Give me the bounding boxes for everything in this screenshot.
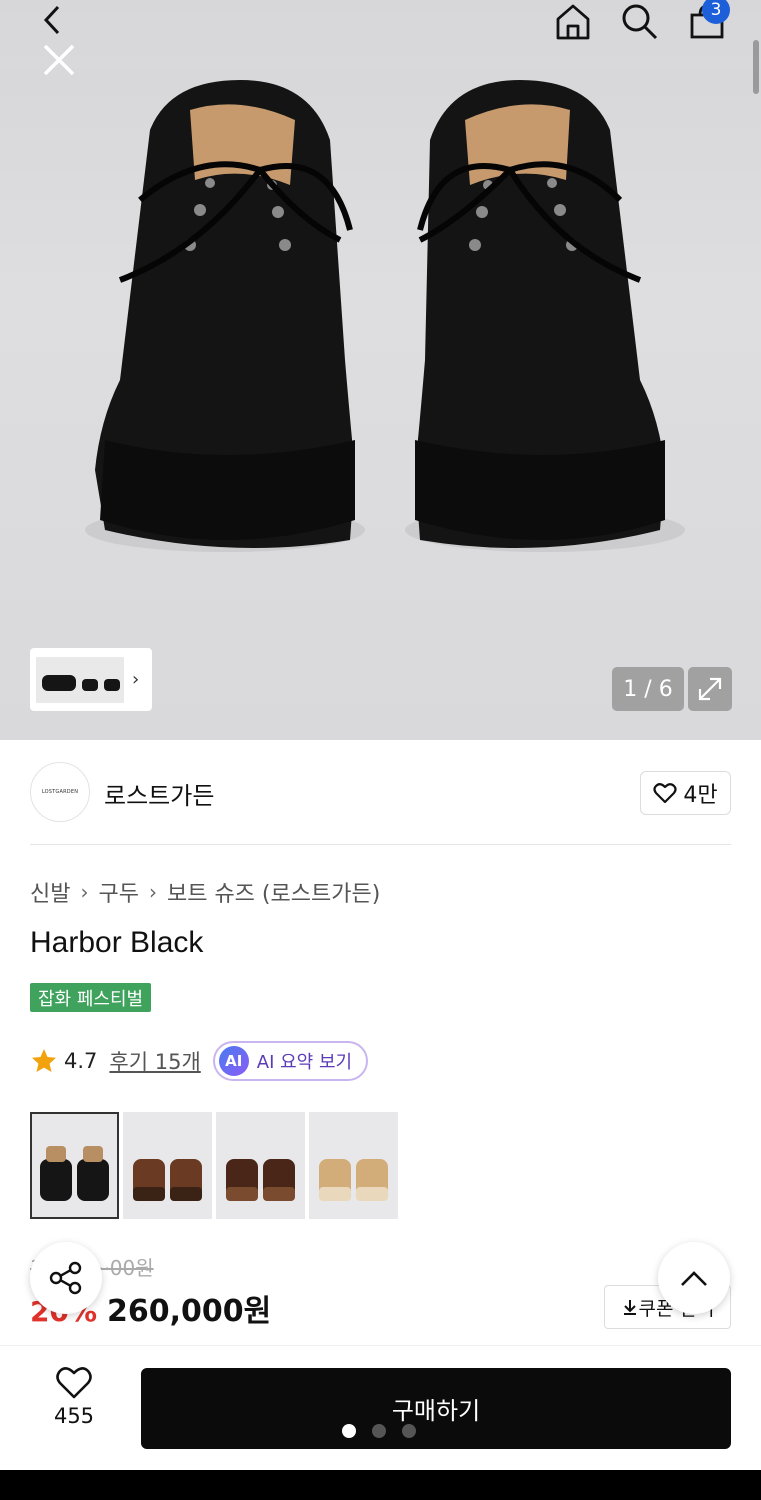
cart-button[interactable]: 3 bbox=[684, 0, 730, 42]
heart-icon bbox=[56, 1367, 92, 1399]
expand-button[interactable] bbox=[688, 667, 732, 711]
search-button[interactable] bbox=[616, 0, 662, 42]
color-variants bbox=[30, 1112, 398, 1219]
home-button[interactable] bbox=[550, 0, 596, 42]
buy-button[interactable]: 구매하기 bbox=[141, 1368, 731, 1449]
scrollbar[interactable] bbox=[753, 40, 759, 94]
heart-icon bbox=[653, 783, 677, 804]
close-icon bbox=[43, 44, 75, 76]
festival-badge: 잡화 페스티벌 bbox=[30, 983, 152, 1012]
system-navigation-bar bbox=[0, 1470, 761, 1500]
ai-summary-label: AI 요약 보기 bbox=[256, 1052, 353, 1073]
cart-count-badge: 3 bbox=[702, 0, 730, 24]
back-button[interactable] bbox=[30, 0, 74, 40]
variant-dark-brown[interactable] bbox=[216, 1112, 305, 1219]
product-image bbox=[85, 80, 685, 552]
product-title: Harbor Black bbox=[30, 926, 204, 959]
variant-brown[interactable] bbox=[123, 1112, 212, 1219]
share-button[interactable] bbox=[30, 1242, 102, 1314]
breadcrumb-item[interactable]: 보트 슈즈 (로스트가든) bbox=[167, 876, 380, 908]
rating-value: 4.7 bbox=[64, 1049, 98, 1073]
close-button[interactable] bbox=[36, 40, 82, 80]
share-icon bbox=[49, 1261, 82, 1295]
variant-tan[interactable] bbox=[309, 1112, 398, 1219]
chevron-up-icon bbox=[681, 1271, 707, 1286]
product-image-gallery[interactable]: 3 › 1 / 6 bbox=[0, 0, 761, 740]
review-link[interactable]: 후기 15개 bbox=[109, 1046, 200, 1076]
gallery-thumbnail bbox=[36, 656, 124, 703]
page-dot bbox=[342, 1424, 356, 1438]
wishlist-button[interactable]: 455 bbox=[30, 1366, 118, 1446]
sale-price: 260,000원 bbox=[107, 1294, 272, 1329]
page-indicator bbox=[342, 1424, 416, 1438]
brand-logo[interactable]: LOSTGARDEN bbox=[30, 762, 90, 822]
brand-like-button[interactable]: 4만 bbox=[640, 771, 731, 815]
star-icon bbox=[32, 1049, 56, 1072]
variant-black[interactable] bbox=[30, 1112, 119, 1219]
image-counter: 1 / 6 bbox=[612, 667, 684, 711]
chevron-left-icon bbox=[43, 5, 60, 35]
scroll-to-top-button[interactable] bbox=[658, 1242, 730, 1314]
expand-icon bbox=[698, 677, 722, 701]
brand-like-count: 4만 bbox=[683, 783, 718, 808]
chevron-right-icon: › bbox=[132, 669, 140, 690]
chevron-right-icon: › bbox=[148, 880, 157, 904]
download-icon bbox=[623, 1300, 636, 1315]
chevron-right-icon: › bbox=[80, 880, 89, 904]
breadcrumb: 신발 › 구두 › 보트 슈즈 (로스트가든) bbox=[30, 876, 380, 908]
ai-icon: AI bbox=[218, 1046, 249, 1076]
page-dot bbox=[402, 1424, 416, 1438]
brand-name[interactable]: 로스트가든 bbox=[104, 776, 214, 811]
home-icon bbox=[556, 4, 590, 40]
ai-summary-button[interactable]: AI AI 요약 보기 bbox=[212, 1041, 369, 1081]
breadcrumb-item[interactable]: 구두 bbox=[98, 876, 138, 908]
brand-row[interactable]: LOSTGARDEN 로스트가든 4만 bbox=[30, 762, 731, 824]
search-icon bbox=[622, 4, 658, 40]
bottom-action-bar: 455 구매하기 bbox=[0, 1345, 761, 1470]
divider bbox=[30, 844, 731, 845]
gallery-thumbnail-toggle[interactable]: › bbox=[30, 648, 152, 711]
breadcrumb-item[interactable]: 신발 bbox=[30, 876, 70, 908]
page-dot bbox=[372, 1424, 386, 1438]
rating-row: 4.7 후기 15개 AI AI 요약 보기 bbox=[30, 1040, 369, 1082]
wishlist-count: 455 bbox=[53, 1404, 95, 1428]
